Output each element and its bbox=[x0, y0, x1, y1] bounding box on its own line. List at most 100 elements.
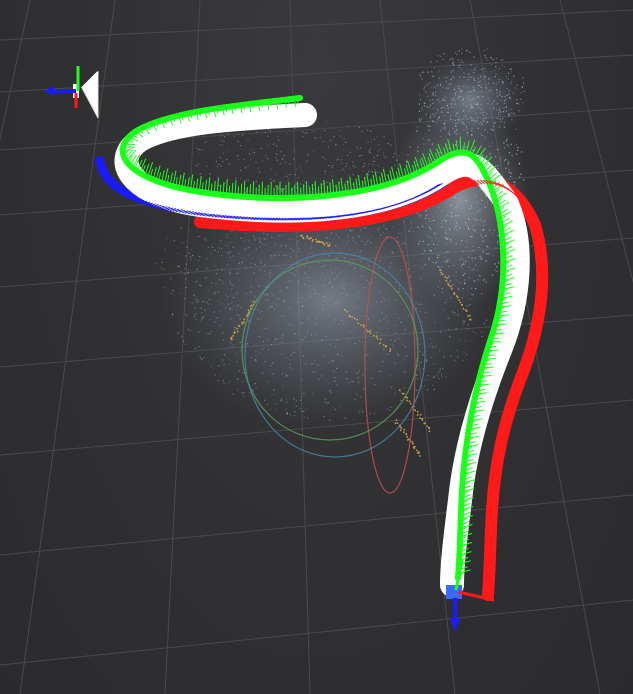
cloud-point bbox=[420, 259, 422, 261]
cloud-point bbox=[403, 371, 405, 373]
cloud-point bbox=[429, 249, 431, 251]
cloud-point bbox=[418, 303, 420, 306]
cloud-point bbox=[455, 85, 457, 88]
cloud-point bbox=[419, 159, 421, 161]
cloud-point bbox=[471, 118, 473, 120]
cloud-point bbox=[467, 325, 469, 327]
cloud-point bbox=[440, 83, 442, 85]
cloud-point bbox=[189, 230, 191, 232]
cloud-point bbox=[480, 76, 482, 78]
cloud-point bbox=[429, 115, 432, 117]
cloud-point bbox=[484, 76, 487, 78]
cloud-point bbox=[427, 237, 429, 239]
camera-frustum-icon[interactable] bbox=[44, 66, 99, 119]
cloud-point bbox=[479, 84, 481, 86]
cloud-point bbox=[265, 298, 267, 300]
cloud-point bbox=[373, 253, 375, 255]
cloud-point bbox=[274, 255, 276, 257]
cloud-point bbox=[236, 309, 238, 311]
cloud-point bbox=[496, 92, 498, 94]
cloud-point bbox=[432, 120, 434, 122]
cloud-point-highlight bbox=[247, 309, 250, 312]
cloud-point bbox=[303, 392, 305, 394]
cloud-point bbox=[495, 83, 497, 85]
cloud-point bbox=[454, 103, 456, 105]
cloud-point bbox=[442, 309, 444, 311]
cloud-point bbox=[448, 328, 450, 330]
cloud-point bbox=[486, 121, 488, 123]
3d-viewport[interactable]: camera-frustum-icon coordinate-axes-icon bbox=[0, 0, 633, 694]
cloud-point bbox=[203, 316, 205, 318]
cloud-point bbox=[259, 171, 261, 173]
cloud-point bbox=[435, 122, 438, 124]
cloud-point bbox=[329, 306, 331, 308]
cloud-point bbox=[418, 240, 421, 242]
cloud-point bbox=[307, 279, 309, 281]
cloud-point bbox=[474, 79, 476, 82]
cloud-point bbox=[378, 144, 380, 146]
cloud-point bbox=[264, 264, 266, 266]
cloud-point bbox=[339, 405, 341, 408]
cloud-point bbox=[335, 408, 337, 411]
cloud-point bbox=[353, 381, 355, 383]
cloud-point bbox=[480, 133, 482, 135]
cloud-point bbox=[419, 276, 421, 278]
cloud-point bbox=[473, 90, 475, 92]
cloud-point bbox=[245, 166, 247, 169]
cloud-point bbox=[446, 214, 448, 216]
cloud-point bbox=[520, 91, 522, 94]
cloud-point-highlight bbox=[416, 410, 419, 413]
cloud-point bbox=[390, 406, 392, 408]
cloud-point bbox=[426, 139, 428, 141]
cloud-point bbox=[491, 274, 494, 276]
cloud-point bbox=[294, 411, 296, 413]
cloud-point bbox=[503, 121, 506, 124]
cloud-point bbox=[184, 313, 187, 315]
cloud-point bbox=[237, 378, 239, 380]
cloud-point bbox=[485, 235, 487, 237]
cloud-point bbox=[413, 265, 415, 267]
cloud-point bbox=[502, 81, 504, 83]
scene-canvas[interactable] bbox=[0, 0, 633, 694]
cloud-point bbox=[297, 347, 299, 349]
cloud-point-highlight bbox=[368, 330, 371, 332]
cloud-point bbox=[508, 113, 510, 115]
cloud-point bbox=[456, 229, 458, 231]
cloud-point bbox=[452, 76, 454, 78]
cloud-point bbox=[468, 110, 470, 112]
cloud-point bbox=[336, 339, 338, 341]
cloud-point bbox=[465, 146, 467, 148]
cloud-point bbox=[425, 312, 427, 314]
cloud-point bbox=[386, 408, 389, 410]
cloud-point-highlight bbox=[458, 299, 460, 301]
cloud-point bbox=[428, 259, 430, 261]
cloud-point bbox=[487, 103, 489, 105]
cloud-point bbox=[450, 118, 452, 120]
cloud-point bbox=[462, 121, 464, 123]
cloud-point-highlight bbox=[241, 321, 243, 324]
cloud-point bbox=[452, 98, 455, 100]
cloud-point bbox=[185, 278, 187, 280]
cloud-point bbox=[177, 332, 179, 334]
cloud-point bbox=[485, 117, 487, 119]
cloud-point bbox=[289, 173, 291, 176]
cloud-point-highlight bbox=[233, 331, 236, 333]
cloud-point bbox=[254, 263, 256, 266]
cloud-point bbox=[513, 113, 515, 115]
cloud-point bbox=[475, 66, 478, 68]
cloud-point bbox=[504, 96, 506, 98]
cloud-point bbox=[336, 257, 338, 259]
cloud-point bbox=[204, 142, 206, 144]
cloud-point bbox=[468, 277, 470, 279]
cloud-point bbox=[368, 283, 370, 285]
cloud-point bbox=[420, 99, 422, 101]
cloud-point bbox=[343, 138, 345, 140]
cloud-point bbox=[228, 234, 230, 236]
cloud-point bbox=[195, 313, 197, 315]
cloud-point bbox=[238, 370, 240, 372]
cloud-point bbox=[374, 160, 376, 162]
cloud-point bbox=[334, 185, 336, 187]
cloud-point bbox=[461, 68, 463, 70]
cloud-point bbox=[336, 384, 338, 386]
cloud-point bbox=[311, 251, 313, 253]
